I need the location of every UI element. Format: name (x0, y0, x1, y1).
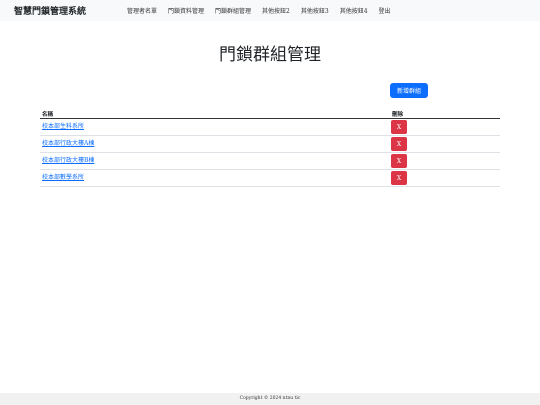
add-group-button[interactable]: 新增群組 (390, 83, 428, 98)
copyright-text: Copyright © 2024 ntnu tic (239, 396, 301, 401)
nav-item-admin-list[interactable]: 管理者名單 (127, 6, 157, 15)
nav-menu: 管理者名單 門鎖資料管理 門鎖群組管理 其他按鈕2 其他按鈕3 其他按鈕4 登出 (127, 0, 391, 21)
delete-button[interactable]: X (391, 154, 407, 168)
column-header-delete: 刪除 (392, 112, 404, 118)
nav-item-other-4[interactable]: 其他按鈕4 (340, 6, 368, 15)
column-header-name: 名稱 (42, 112, 54, 118)
page-title: 門鎖群組管理 (219, 45, 321, 65)
table-header-row: 名稱 刪除 (40, 108, 500, 119)
group-table: 名稱 刪除 校本部生科系所 X 校本部行政大樓A棟 X 校本部行政大樓B棟 X … (40, 108, 500, 187)
nav-item-lock-groups[interactable]: 門鎖群組管理 (215, 6, 251, 15)
brand-logo-link[interactable]: 智慧門鎖管理系統 (14, 4, 86, 17)
table-row: 校本部生科系所 X (40, 119, 500, 136)
table-row: 校本部行政大樓B棟 X (40, 153, 500, 170)
delete-button[interactable]: X (391, 137, 407, 151)
group-name-link[interactable]: 校本部行政大樓A棟 (42, 138, 94, 147)
nav-item-other-2[interactable]: 其他按鈕2 (262, 6, 290, 15)
group-name-link[interactable]: 校本部行政大樓B棟 (42, 155, 94, 164)
delete-button[interactable]: X (391, 120, 407, 134)
nav-item-logout[interactable]: 登出 (379, 6, 391, 15)
group-name-link[interactable]: 校本部數學系所 (42, 172, 84, 181)
group-name-link[interactable]: 校本部生科系所 (42, 121, 84, 130)
nav-item-other-3[interactable]: 其他按鈕3 (301, 6, 329, 15)
footer: Copyright © 2024 ntnu tic (0, 393, 540, 405)
table-row: 校本部數學系所 X (40, 170, 500, 187)
top-navbar: 智慧門鎖管理系統 管理者名單 門鎖資料管理 門鎖群組管理 其他按鈕2 其他按鈕3… (0, 0, 540, 21)
delete-button[interactable]: X (391, 171, 407, 185)
table-row: 校本部行政大樓A棟 X (40, 136, 500, 153)
nav-item-lock-data[interactable]: 門鎖資料管理 (168, 6, 204, 15)
